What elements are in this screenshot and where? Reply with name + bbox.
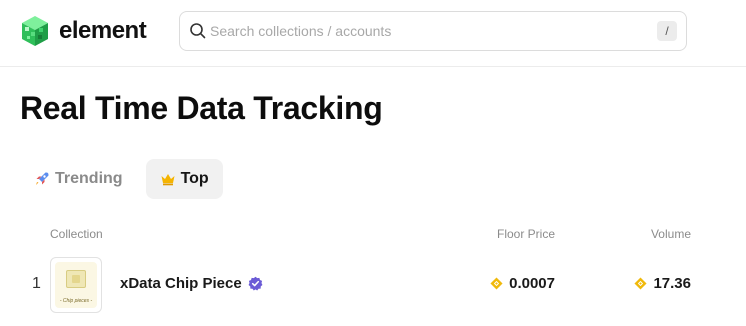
rocket-icon xyxy=(36,172,49,185)
crown-icon xyxy=(161,174,175,186)
row-rank: 1 xyxy=(32,275,41,292)
column-header-collection[interactable]: Collection xyxy=(50,227,103,241)
brand-name: element xyxy=(59,17,147,44)
thumbnail-caption: - Chip pieces - xyxy=(59,298,93,304)
collection-name: xData Chip Piece xyxy=(120,275,242,292)
volume-value: 17.36 xyxy=(653,275,691,292)
search-shortcut-key: / xyxy=(657,21,677,41)
column-header-floor-price[interactable]: Floor Price xyxy=(497,227,555,241)
collection-name-link[interactable]: xData Chip Piece xyxy=(120,275,263,292)
top-header: element / xyxy=(0,0,746,67)
volume-cell: 17.36 xyxy=(634,275,691,292)
bnb-icon xyxy=(490,277,503,290)
verified-badge-icon xyxy=(248,276,263,291)
floor-price-cell: 0.0007 xyxy=(490,275,555,292)
bnb-icon xyxy=(634,277,647,290)
brand-logo[interactable]: element xyxy=(19,15,147,47)
column-header-volume[interactable]: Volume xyxy=(651,227,691,241)
tab-trending-label: Trending xyxy=(55,170,123,187)
tab-top-label: Top xyxy=(180,170,209,187)
search-bar[interactable]: / xyxy=(179,11,687,51)
table-row[interactable]: 1 - Chip pieces - xData Chip Piece 0.000… xyxy=(0,254,746,316)
floor-price-value: 0.0007 xyxy=(509,275,555,292)
collection-thumbnail[interactable]: - Chip pieces - xyxy=(50,257,102,313)
chip-graphic xyxy=(66,270,86,288)
element-logo-icon xyxy=(22,16,48,46)
tab-trending[interactable]: Trending xyxy=(20,159,137,199)
page-title: Real Time Data Tracking xyxy=(20,90,383,126)
ranking-tabs: Trending Top xyxy=(20,159,223,199)
search-input[interactable] xyxy=(210,12,630,50)
search-icon xyxy=(190,23,206,39)
thumbnail-image: - Chip pieces - xyxy=(55,262,97,308)
tab-top[interactable]: Top xyxy=(145,159,223,199)
